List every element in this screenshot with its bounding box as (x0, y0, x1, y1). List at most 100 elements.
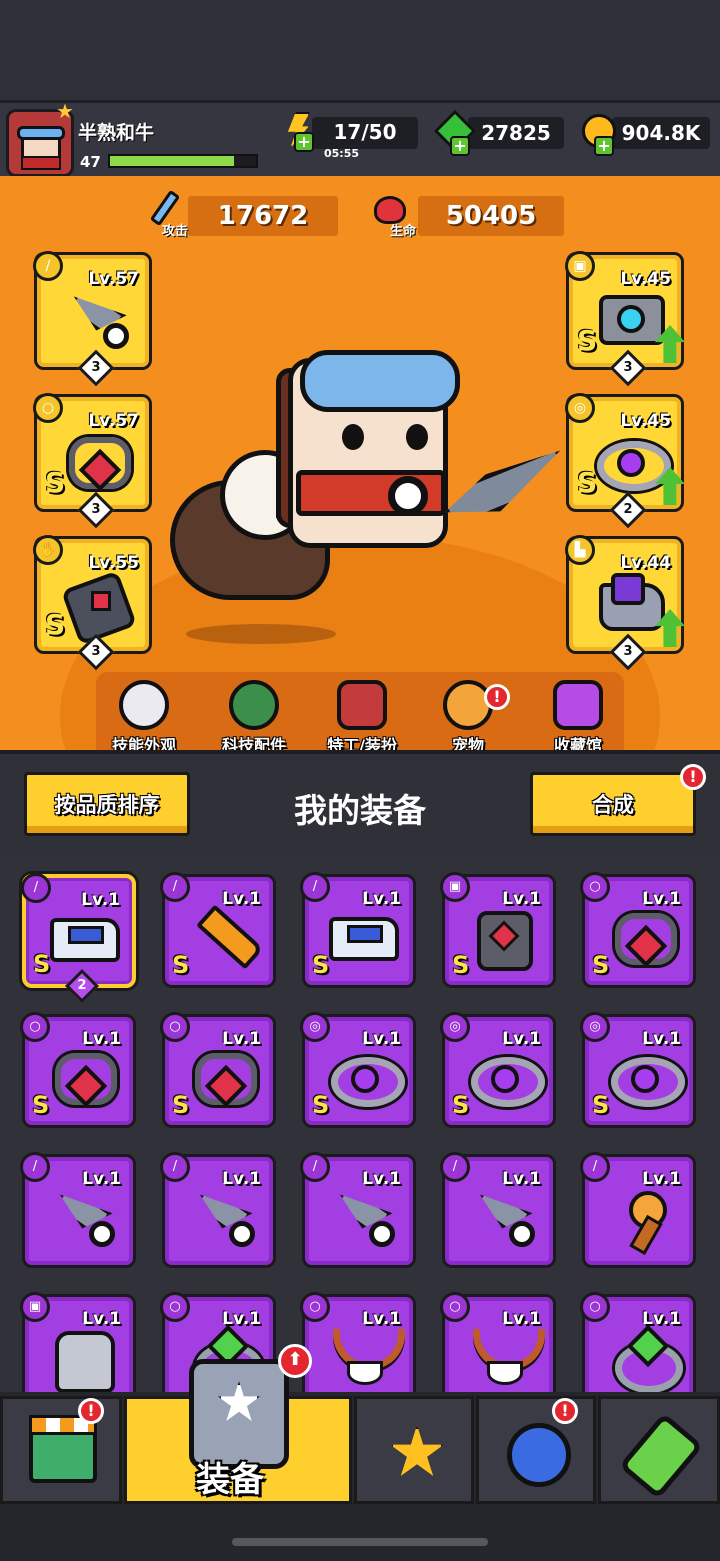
xp-bar (108, 154, 258, 168)
item-grade: S (592, 951, 610, 979)
home-indicator[interactable] (232, 1538, 488, 1546)
item-type-icon: ◎ (580, 1012, 610, 1042)
equip-slot-necklace[interactable]: ○ Lv.57 S 3 (33, 393, 152, 529)
inventory-item[interactable]: ◎ Lv.1 S (580, 1012, 696, 1128)
inventory-item[interactable]: / Lv.1 S (300, 872, 416, 988)
boot-icon (595, 573, 665, 631)
gem-value: 27825 (481, 121, 551, 145)
gem-counter[interactable]: 27825 (468, 117, 564, 149)
inventory-item[interactable]: / Lv.1 S 2 (21, 873, 136, 1003)
inventory-item[interactable]: / Lv.1 (20, 1152, 136, 1268)
slot-grade: S (577, 324, 598, 357)
inventory-item[interactable]: ○ Lv.1 (300, 1292, 416, 1392)
hp-label: 生命 (390, 224, 417, 239)
inventory-item[interactable]: ▣ Lv.1 (20, 1292, 136, 1392)
agent-outfit-button[interactable]: 特工/装扮 (312, 680, 412, 756)
gold-counter[interactable]: 904.8K (612, 117, 710, 149)
belt-icon (595, 431, 671, 491)
item-grade: S (592, 1091, 610, 1119)
inventory-item[interactable]: / Lv.1 (580, 1152, 696, 1268)
boot-slot-icon: ▙ (565, 535, 595, 565)
player-name: 半熟和牛 (78, 122, 155, 144)
slot-level: Lv.57 (88, 411, 139, 431)
evolution-tab[interactable] (598, 1396, 720, 1504)
equip-slot-belt[interactable]: ◎ Lv.45 S 2 (565, 393, 685, 529)
sort-label: 按品质排序 (54, 793, 160, 817)
item-level: Lv.1 (82, 1029, 121, 1049)
belt-icon (609, 1047, 685, 1107)
item-level: Lv.1 (642, 889, 681, 909)
torch-icon (609, 1187, 675, 1247)
item-count: 2 (65, 969, 99, 1003)
inventory-item[interactable]: ○ Lv.1 (580, 1292, 696, 1392)
item-type-icon: ◎ (300, 1012, 330, 1042)
item-level: Lv.1 (82, 1169, 121, 1189)
inventory-item[interactable]: / Lv.1 S (160, 872, 276, 988)
item-type-icon: / (160, 872, 190, 902)
inventory-item[interactable]: ○ Lv.1 S (160, 1012, 276, 1128)
merge-alert-badge: ! (680, 764, 706, 790)
gauntlet-icon (63, 573, 127, 629)
armor-slot-icon: ▣ (565, 251, 595, 281)
necklace-slot-icon: ○ (33, 393, 63, 423)
merge-button[interactable]: 合成 (530, 772, 696, 836)
gold-value: 904.8K (621, 121, 701, 145)
kunai-icon (49, 1187, 115, 1247)
inventory-item[interactable]: ▣ Lv.1 S (440, 872, 556, 988)
equipment-tab-label: 装备 (196, 1460, 264, 1500)
equip-slot-armor[interactable]: ▣ Lv.45 S 3 (565, 251, 685, 387)
coin-icon: + (580, 112, 620, 156)
inventory-item[interactable]: ○ Lv.1 S (20, 1012, 136, 1128)
item-level: Lv.1 (502, 889, 541, 909)
item-type-icon: / (580, 1152, 610, 1182)
inventory-item[interactable]: ◎ Lv.1 S (300, 1012, 416, 1128)
item-level: Lv.1 (222, 1029, 261, 1049)
gun-icon (50, 908, 120, 968)
orb-icon (507, 1423, 571, 1487)
inventory-item[interactable]: ◎ Lv.1 S (440, 1012, 556, 1128)
item-grade: S (172, 1091, 190, 1119)
inventory-grid: / Lv.1 S 2/Lv.1 S / Lv.1 S ▣ Lv.1 S ○ Lv.1 S ○ Lv.1 S ○ Lv… (0, 858, 720, 1392)
chain-icon (189, 1047, 257, 1107)
inventory-item[interactable]: ○ Lv.1 (440, 1292, 556, 1392)
sword-icon (189, 907, 255, 967)
slot-grade: S (45, 466, 66, 499)
item-level: Lv.1 (642, 1169, 681, 1189)
gacha-tab[interactable] (476, 1396, 596, 1504)
inventory-item[interactable]: / Lv.1 (160, 1152, 276, 1268)
energy-counter[interactable]: 17/50 (312, 117, 418, 149)
item-type-icon: ○ (580, 1292, 610, 1322)
kunai-icon (63, 289, 129, 349)
mech-armor-icon (595, 289, 665, 345)
chest-icon (553, 680, 603, 730)
kunai-icon (469, 1187, 535, 1247)
slot-level: Lv.45 (620, 269, 671, 289)
inventory-item[interactable]: / Lv.1 (440, 1152, 556, 1268)
skills-appearance-button[interactable]: 技能外观 (94, 680, 194, 756)
item-type-icon: / (300, 872, 330, 902)
necklace-icon (469, 1327, 545, 1387)
feature-nav: 技能外观 科技配件 特工/装扮 宠物 收藏馆 (0, 672, 720, 755)
equip-slot-boots[interactable]: ▙ Lv.44 3 (565, 535, 685, 671)
slot-level: Lv.57 (88, 269, 139, 289)
item-type-icon: / (300, 1152, 330, 1182)
item-level: Lv.1 (362, 889, 401, 909)
hero-kunai-weapon (380, 460, 570, 520)
collection-button[interactable]: 收藏馆 (528, 680, 628, 756)
chain-icon (609, 907, 677, 967)
item-type-icon: ○ (20, 1012, 50, 1042)
item-level: Lv.1 (642, 1029, 681, 1049)
item-type-icon: ▣ (20, 1292, 50, 1322)
necklace-icon (329, 1327, 405, 1387)
inventory-item[interactable]: / Lv.1 (300, 1152, 416, 1268)
item-type-icon: ○ (300, 1292, 330, 1322)
item-grade: S (452, 1091, 470, 1119)
inventory-item[interactable]: ○ Lv.1 S (580, 872, 696, 988)
tech-parts-button[interactable]: 科技配件 (204, 680, 304, 756)
chain-necklace-icon (63, 431, 131, 489)
sort-by-quality-button[interactable]: 按品质排序 (24, 772, 190, 836)
equip-slot-gloves[interactable]: ✋ Lv.55 S 3 (33, 535, 152, 671)
missions-tab[interactable] (354, 1396, 474, 1504)
equip-slot-weapon[interactable]: / Lv.57 3 (33, 251, 152, 387)
glove-slot-icon: ✋ (33, 535, 63, 565)
